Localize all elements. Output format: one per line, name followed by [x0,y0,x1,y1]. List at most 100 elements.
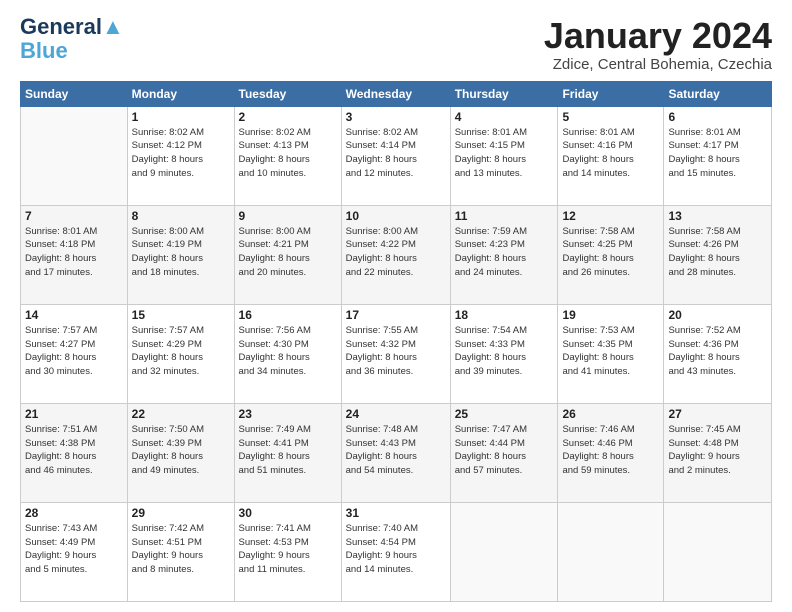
header-friday: Friday [558,81,664,106]
day-cell-1-6: 5Sunrise: 8:01 AMSunset: 4:16 PMDaylight… [558,106,664,205]
day-number: 3 [346,110,446,124]
day-number: 27 [668,407,767,421]
day-cell-5-5 [450,502,558,601]
day-info: Sunrise: 7:49 AMSunset: 4:41 PMDaylight:… [239,423,337,478]
day-number: 26 [562,407,659,421]
day-number: 31 [346,506,446,520]
day-cell-3-1: 14 Sunrise: 7:57 AMSunset: 4:27 PMDayligh… [21,304,128,403]
day-info: Sunrise: 7:50 AMSunset: 4:39 PMDaylight:… [132,423,230,478]
header-monday: Monday [127,81,234,106]
day-info: Sunrise: 7:46 AMSunset: 4:46 PMDaylight:… [562,423,659,478]
day-info: Sunrise: 7:56 AMSunset: 4:30 PMDaylight:… [239,324,337,379]
day-info: Sunrise: 8:02 AMSunset: 4:14 PMDaylight:… [346,126,446,181]
day-cell-5-2: 29 Sunrise: 7:42 AMSunset: 4:51 PMDayligh… [127,502,234,601]
location: Zdice, Central Bohemia, Czechia [544,56,772,73]
day-cell-1-5: 4 Sunrise: 8:01 AMSunset: 4:15 PMDaylight… [450,106,558,205]
day-cell-4-3: 23Sunrise: 7:49 AMSunset: 4:41 PMDayligh… [234,403,341,502]
day-info: Sunrise: 8:02 AMSunset: 4:12 PMDaylight:… [132,126,230,181]
month-title: January 2024 [544,16,772,56]
day-info: Sunrise: 8:01 AMSunset: 4:15 PMDaylight:… [455,126,554,181]
day-cell-5-1: 28 Sunrise: 7:43 AMSunset: 4:49 PMDayligh… [21,502,128,601]
day-number: 20 [668,308,767,322]
day-cell-2-4: 10 Sunrise: 8:00 AMSunset: 4:22 PMDayligh… [341,205,450,304]
day-number: 13 [668,209,767,223]
day-number: 4 [455,110,554,124]
logo-text: General▲ [20,16,124,38]
day-info: Sunrise: 7:47 AMSunset: 4:44 PMDaylight:… [455,423,554,478]
day-cell-3-4: 17Sunrise: 7:55 AMSunset: 4:32 PMDayligh… [341,304,450,403]
day-info: Sunrise: 7:51 AMSunset: 4:38 PMDaylight:… [25,423,123,478]
day-number: 16 [239,308,337,322]
day-info: Sunrise: 8:01 AMSunset: 4:18 PMDaylight:… [25,225,123,280]
header-sunday: Sunday [21,81,128,106]
day-info: Sunrise: 7:45 AMSunset: 4:48 PMDaylight:… [668,423,767,478]
day-number: 28 [25,506,123,520]
day-number: 22 [132,407,230,421]
day-info: Sunrise: 7:43 AMSunset: 4:49 PMDaylight:… [25,522,123,577]
day-cell-4-6: 26 Sunrise: 7:46 AMSunset: 4:46 PMDayligh… [558,403,664,502]
title-block: January 2024 Zdice, Central Bohemia, Cze… [544,16,772,73]
day-cell-4-1: 21Sunrise: 7:51 AMSunset: 4:38 PMDayligh… [21,403,128,502]
day-cell-2-3: 9 Sunrise: 8:00 AMSunset: 4:21 PMDaylight… [234,205,341,304]
day-cell-5-4: 31Sunrise: 7:40 AMSunset: 4:54 PMDayligh… [341,502,450,601]
logo: General▲ Blue [20,16,124,64]
day-cell-1-7: 6Sunrise: 8:01 AMSunset: 4:17 PMDaylight… [664,106,772,205]
logo-blue-text: Blue [20,38,68,64]
day-cell-3-3: 16 Sunrise: 7:56 AMSunset: 4:30 PMDayligh… [234,304,341,403]
calendar-page: General▲ Blue January 2024 Zdice, Centra… [0,0,792,612]
day-info: Sunrise: 8:00 AMSunset: 4:19 PMDaylight:… [132,225,230,280]
day-cell-1-4: 3 Sunrise: 8:02 AMSunset: 4:14 PMDaylight… [341,106,450,205]
header-wednesday: Wednesday [341,81,450,106]
day-cell-5-7 [664,502,772,601]
day-cell-4-7: 27 Sunrise: 7:45 AMSunset: 4:48 PMDayligh… [664,403,772,502]
week-row-4: 21Sunrise: 7:51 AMSunset: 4:38 PMDayligh… [21,403,772,502]
day-cell-3-7: 20Sunrise: 7:52 AMSunset: 4:36 PMDayligh… [664,304,772,403]
week-row-5: 28 Sunrise: 7:43 AMSunset: 4:49 PMDayligh… [21,502,772,601]
header-tuesday: Tuesday [234,81,341,106]
day-cell-4-4: 24Sunrise: 7:48 AMSunset: 4:43 PMDayligh… [341,403,450,502]
day-number: 15 [132,308,230,322]
day-info: Sunrise: 7:57 AMSunset: 4:27 PMDaylight:… [25,324,123,379]
calendar-table: Sunday Monday Tuesday Wednesday Thursday… [20,81,772,602]
day-cell-5-3: 30 Sunrise: 7:41 AMSunset: 4:53 PMDayligh… [234,502,341,601]
day-info: Sunrise: 7:58 AMSunset: 4:26 PMDaylight:… [668,225,767,280]
day-cell-2-2: 8 Sunrise: 8:00 AMSunset: 4:19 PMDaylight… [127,205,234,304]
day-number: 8 [132,209,230,223]
day-cell-4-2: 22 Sunrise: 7:50 AMSunset: 4:39 PMDayligh… [127,403,234,502]
week-row-1: 1 Sunrise: 8:02 AMSunset: 4:12 PMDaylight… [21,106,772,205]
day-number: 9 [239,209,337,223]
day-number: 29 [132,506,230,520]
day-number: 30 [239,506,337,520]
week-row-3: 14 Sunrise: 7:57 AMSunset: 4:27 PMDayligh… [21,304,772,403]
day-info: Sunrise: 8:01 AMSunset: 4:17 PMDaylight:… [668,126,767,181]
day-cell-1-2: 1 Sunrise: 8:02 AMSunset: 4:12 PMDaylight… [127,106,234,205]
day-number: 18 [455,308,554,322]
day-cell-2-7: 13 Sunrise: 7:58 AMSunset: 4:26 PMDayligh… [664,205,772,304]
day-number: 11 [455,209,554,223]
header-saturday: Saturday [664,81,772,106]
day-number: 7 [25,209,123,223]
day-info: Sunrise: 8:00 AMSunset: 4:22 PMDaylight:… [346,225,446,280]
day-number: 10 [346,209,446,223]
day-cell-3-6: 19 Sunrise: 7:53 AMSunset: 4:35 PMDayligh… [558,304,664,403]
day-number: 2 [239,110,337,124]
day-info: Sunrise: 8:01 AMSunset: 4:16 PMDaylight:… [562,126,659,181]
day-cell-4-5: 25Sunrise: 7:47 AMSunset: 4:44 PMDayligh… [450,403,558,502]
day-cell-2-5: 11Sunrise: 7:59 AMSunset: 4:23 PMDayligh… [450,205,558,304]
day-info: Sunrise: 8:02 AMSunset: 4:13 PMDaylight:… [239,126,337,181]
day-cell-5-6 [558,502,664,601]
day-info: Sunrise: 7:53 AMSunset: 4:35 PMDaylight:… [562,324,659,379]
weekday-header-row: Sunday Monday Tuesday Wednesday Thursday… [21,81,772,106]
day-cell-2-6: 12Sunrise: 7:58 AMSunset: 4:25 PMDayligh… [558,205,664,304]
day-info: Sunrise: 7:57 AMSunset: 4:29 PMDaylight:… [132,324,230,379]
day-number: 1 [132,110,230,124]
day-cell-1-3: 2 Sunrise: 8:02 AMSunset: 4:13 PMDaylight… [234,106,341,205]
day-info: Sunrise: 8:00 AMSunset: 4:21 PMDaylight:… [239,225,337,280]
day-info: Sunrise: 7:41 AMSunset: 4:53 PMDaylight:… [239,522,337,577]
day-number: 19 [562,308,659,322]
week-row-2: 7 Sunrise: 8:01 AMSunset: 4:18 PMDaylight… [21,205,772,304]
day-info: Sunrise: 7:54 AMSunset: 4:33 PMDaylight:… [455,324,554,379]
day-number: 14 [25,308,123,322]
day-number: 17 [346,308,446,322]
day-info: Sunrise: 7:42 AMSunset: 4:51 PMDaylight:… [132,522,230,577]
